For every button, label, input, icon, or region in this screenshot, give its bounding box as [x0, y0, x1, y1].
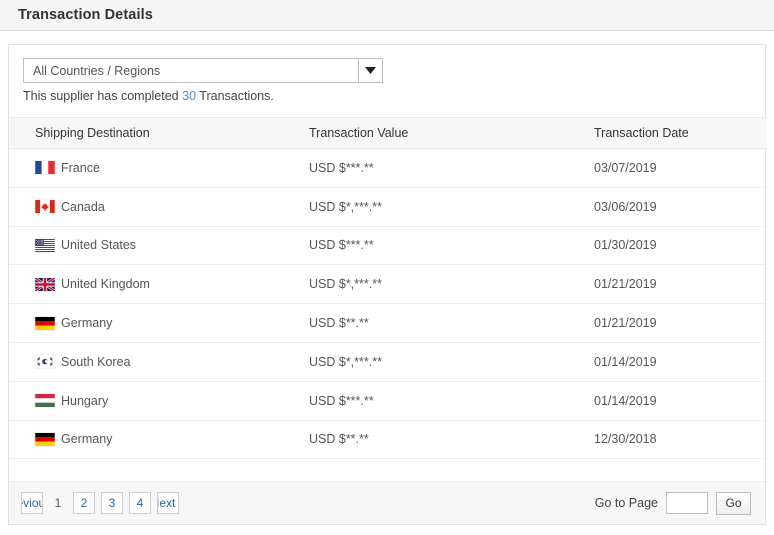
cell-transaction-value: USD $**.**: [309, 303, 594, 343]
table-footer: Previous 1 2 3 4 Next Go to Page Go: [9, 481, 765, 524]
destination-label: United States: [61, 238, 137, 253]
cell-shipping-destination: South Korea: [9, 342, 309, 382]
column-header-transaction-date: Transaction Date: [594, 117, 767, 149]
pagination-page-4[interactable]: 4: [129, 492, 151, 514]
cell-transaction-date: 01/14/2019: [594, 342, 767, 382]
cell-transaction-date: 03/07/2019: [594, 148, 767, 188]
chevron-down-icon[interactable]: [358, 59, 382, 82]
table-row: Hungary USD $***.** 01/14/2019: [9, 381, 767, 421]
cell-transaction-date: 01/30/2019: [594, 226, 767, 266]
cell-shipping-destination: Hungary: [9, 381, 309, 421]
transaction-details-card: All Countries / Regions This supplier ha…: [8, 44, 767, 525]
page-title: Transaction Details: [18, 7, 153, 23]
cell-transaction-date: 01/21/2019: [594, 303, 767, 343]
cell-shipping-destination: United States: [9, 226, 309, 266]
cell-transaction-value: USD $***.**: [309, 148, 594, 188]
destination-label: United Kingdom: [61, 277, 150, 292]
flag-germany: [35, 432, 55, 446]
flag-united-states: [35, 238, 55, 252]
flag-hungary: [35, 394, 55, 408]
cell-transaction-value: USD $*,***.**: [309, 187, 594, 227]
table-row: South Korea USD $*,***.** 01/14/2019: [9, 342, 767, 382]
cell-transaction-value: USD $*,***.**: [309, 264, 594, 305]
supplier-transaction-summary: This supplier has completed 30 Transacti…: [23, 89, 765, 103]
pagination-previous-label: Previous: [22, 496, 42, 510]
transactions-table: Shipping Destination Transaction Value T…: [9, 117, 767, 460]
table-row: United Kingdom USD $*,***.** 01/21/2019: [9, 264, 767, 305]
cell-shipping-destination: United Kingdom: [9, 264, 309, 305]
pagination: Previous 1 2 3 4 Next: [21, 492, 179, 514]
supplier-summary-suffix: Transactions.: [199, 89, 274, 103]
cell-shipping-destination: Germany: [9, 303, 309, 343]
table-row: Canada USD $*,***.** 03/06/2019: [9, 187, 767, 227]
destination-label: Hungary: [61, 393, 109, 408]
cell-transaction-date: 01/21/2019: [594, 264, 767, 305]
cell-transaction-date: 12/30/2018: [594, 420, 767, 460]
pagination-previous-button[interactable]: Previous: [21, 492, 43, 514]
pagination-next-button[interactable]: Next: [157, 492, 179, 514]
cell-shipping-destination: Germany: [9, 420, 309, 460]
table-row: United States USD $***.** 01/30/2019: [9, 226, 767, 266]
pagination-next-label: Next: [158, 496, 176, 510]
goto-page-group: Go to Page Go: [594, 491, 751, 515]
flag-united-kingdom: [35, 277, 55, 291]
destination-label: Germany: [61, 316, 113, 331]
flag-germany: [35, 316, 55, 330]
filter-zone: All Countries / Regions This supplier ha…: [9, 45, 765, 103]
column-header-transaction-value: Transaction Value: [309, 117, 594, 149]
country-region-selected-value: All Countries / Regions: [33, 63, 161, 78]
destination-label: South Korea: [61, 354, 131, 369]
goto-page-input[interactable]: [666, 492, 708, 514]
cell-transaction-value: USD $***.**: [309, 226, 594, 266]
cell-transaction-date: 03/06/2019: [594, 187, 767, 227]
column-header-shipping-destination: Shipping Destination: [9, 117, 309, 149]
destination-label: Canada: [61, 199, 105, 214]
cell-transaction-date: 01/14/2019: [594, 381, 767, 421]
pagination-current-page: 1: [54, 496, 62, 510]
destination-label: France: [61, 160, 100, 175]
cell-transaction-value: USD $***.**: [309, 381, 594, 421]
country-region-select[interactable]: All Countries / Regions: [23, 58, 383, 83]
cell-shipping-destination: Canada: [9, 187, 309, 227]
supplier-summary-prefix: This supplier has completed: [23, 89, 179, 103]
table-row: Germany USD $**.** 12/30/2018: [9, 420, 767, 460]
table-row: Germany USD $**.** 01/21/2019: [9, 303, 767, 343]
cell-transaction-value: USD $*,***.**: [309, 342, 594, 382]
flag-south-korea: [35, 355, 55, 369]
table-row: France USD $***.** 03/07/2019: [9, 148, 767, 188]
page-header: Transaction Details: [0, 0, 774, 31]
table-header-row: Shipping Destination Transaction Value T…: [9, 117, 767, 149]
pagination-page-2[interactable]: 2: [73, 492, 95, 514]
destination-label: Germany: [61, 432, 113, 447]
goto-page-label: Go to Page: [594, 496, 658, 510]
transactions-table-head: Shipping Destination Transaction Value T…: [9, 117, 767, 149]
goto-page-button[interactable]: Go: [716, 491, 751, 515]
cell-shipping-destination: France: [9, 148, 309, 188]
transactions-table-body: France USD $***.** 03/07/2019 Canada USD $*…: [9, 148, 767, 460]
transaction-count-link[interactable]: 30: [182, 89, 196, 103]
cell-transaction-value: USD $**.**: [309, 420, 594, 460]
flag-canada: [35, 200, 55, 214]
pagination-page-3[interactable]: 3: [101, 492, 123, 514]
flag-france: [35, 161, 55, 175]
